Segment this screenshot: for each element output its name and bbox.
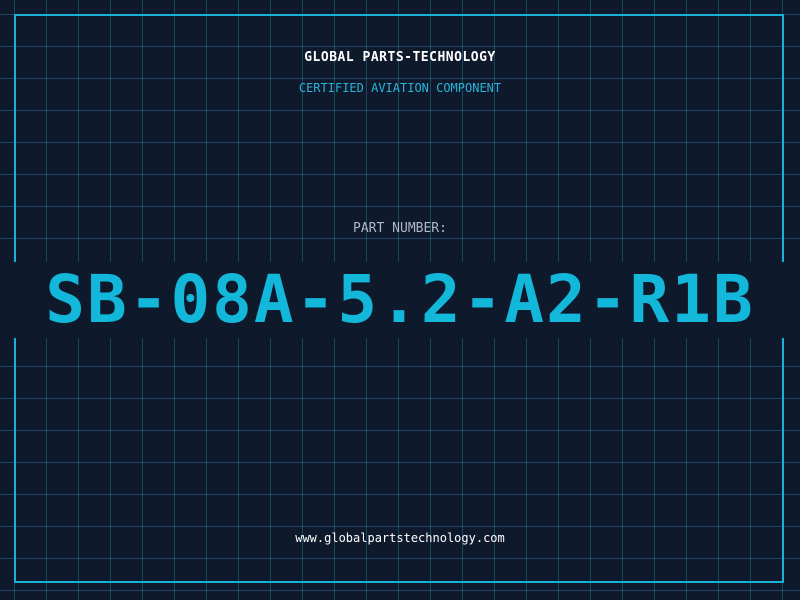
certification-subtitle: CERTIFIED AVIATION COMPONENT: [298, 81, 502, 95]
part-number-label: PART NUMBER:: [353, 221, 447, 236]
website-url: www.globalpartstechnology.com: [295, 531, 505, 545]
part-number-value: SB-08A-5.2-A2-R1B: [45, 261, 755, 338]
company-name: GLOBAL PARTS-TECHNOLOGY: [304, 50, 496, 65]
